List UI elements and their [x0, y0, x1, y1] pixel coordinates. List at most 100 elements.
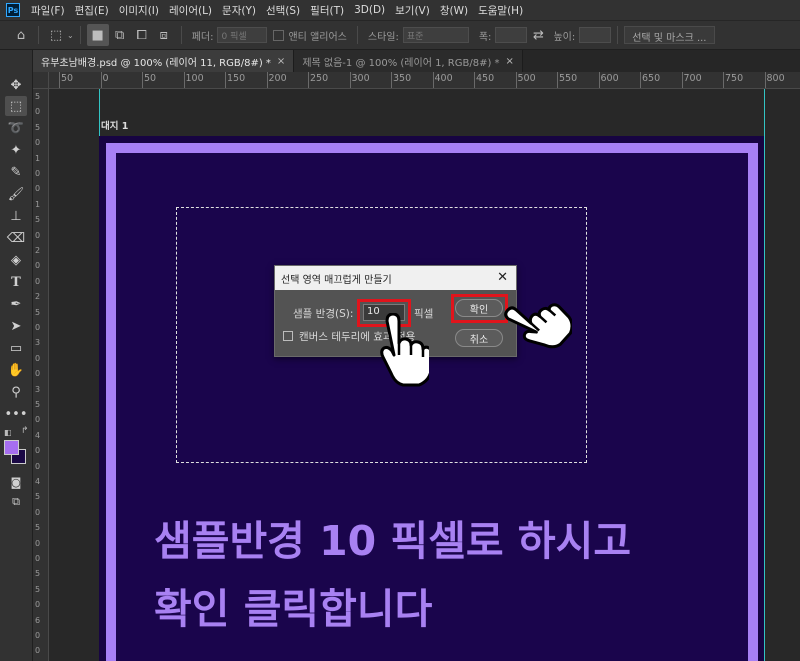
antialias-checkbox[interactable]	[273, 29, 285, 41]
ruler-label: 800	[766, 73, 785, 84]
ruler-label: 500	[517, 73, 536, 84]
pointing-hand-icon	[504, 303, 572, 349]
intersect-selection-icon[interactable]: ⧈	[153, 24, 175, 46]
zoom-tool-icon[interactable]: ⚲	[5, 382, 27, 402]
ruler-tick	[266, 72, 268, 88]
screen-mode-icon[interactable]: ⧉	[5, 492, 27, 512]
path-selection-tool-icon[interactable]: ➤	[5, 316, 27, 336]
tab-document-2[interactable]: 제목 없음-1 @ 100% (레이어 1, RGB/8#) * ×	[294, 50, 523, 72]
swap-colors-icon[interactable]: ↱	[21, 426, 29, 436]
ruler-label: 400	[434, 73, 453, 84]
home-icon[interactable]: ⌂	[10, 24, 32, 46]
horizontal-ruler[interactable]: 50 0 50 100 150 200 250 300 350 400 450 500 550 600 65…	[49, 72, 800, 89]
artboard-label[interactable]: 대지 1	[101, 118, 128, 132]
lasso-tool-icon[interactable]: ➰	[5, 118, 27, 138]
rectangle-tool-icon[interactable]: ▭	[5, 338, 27, 358]
menu-image[interactable]: 이미지(I)	[114, 3, 164, 18]
menu-layer[interactable]: 레이어(L)	[164, 3, 217, 18]
ruler-label: 0	[35, 276, 41, 286]
paint-bucket-tool-icon[interactable]: ◈	[5, 250, 27, 270]
tab-document-1[interactable]: 유부초남배경.psd @ 100% (레이어 11, RGB/8#) * ×	[33, 50, 295, 72]
close-icon[interactable]: ×	[277, 56, 285, 67]
ruler-label: 5	[35, 492, 41, 502]
style-select[interactable]: 표준	[402, 27, 469, 43]
ruler-label: 100	[185, 73, 204, 84]
menu-help[interactable]: 도움말(H)	[473, 3, 528, 18]
apply-canvas-bounds-checkbox[interactable]	[283, 331, 293, 341]
chevron-down-icon[interactable]: ⌄	[67, 31, 74, 40]
close-icon[interactable]: ✕	[497, 270, 508, 285]
ruler-label: 0	[35, 554, 41, 563]
ruler-label: 750	[725, 73, 744, 84]
ruler-label: 0	[35, 261, 41, 271]
rectangular-marquee-tool-icon[interactable]: ⬚	[5, 96, 27, 116]
brush-tool-icon[interactable]: 🖌	[5, 184, 27, 204]
subtract-selection-icon[interactable]: ⧠	[131, 24, 153, 46]
eraser-tool-icon[interactable]: ⌫	[5, 228, 27, 248]
style-label: 스타일:	[367, 31, 399, 43]
ruler-label: 300	[351, 73, 370, 84]
menu-type[interactable]: 문자(Y)	[217, 3, 261, 18]
divider	[617, 26, 619, 44]
menu-select[interactable]: 선택(S)	[261, 3, 305, 18]
marquee-preset-icon[interactable]: ⬚	[45, 24, 67, 46]
ruler-label: 0	[35, 507, 41, 517]
menu-view[interactable]: 보기(V)	[390, 3, 435, 18]
magic-wand-tool-icon[interactable]: ✦	[5, 140, 27, 160]
eyedropper-tool-icon[interactable]: ✎	[5, 162, 27, 182]
ruler-tick	[59, 72, 60, 88]
ruler-label: 0	[35, 631, 41, 640]
ruler-label: 600	[600, 73, 619, 84]
ruler-label: 0	[102, 73, 109, 84]
ruler-label: 0	[35, 538, 41, 548]
ruler-label: 550	[559, 73, 578, 84]
ruler-label: 3	[35, 384, 41, 394]
ruler-label: 0	[35, 461, 41, 471]
new-selection-icon[interactable]: ■	[86, 24, 109, 46]
menu-window[interactable]: 창(W)	[435, 3, 473, 18]
ruler-tick	[681, 72, 683, 88]
cancel-button[interactable]: 취소	[455, 329, 503, 347]
photoshop-window: Ps 파일(F) 편집(E) 이미지(I) 레이어(L) 문자(Y) 선택(S)…	[0, 0, 800, 661]
menu-edit[interactable]: 편집(E)	[70, 3, 114, 18]
menu-3d[interactable]: 3D(D)	[349, 4, 390, 16]
width-input[interactable]	[495, 27, 528, 43]
document-tabs: 유부초남배경.psd @ 100% (레이어 11, RGB/8#) * × 제…	[33, 50, 800, 72]
ruler-label: 5	[35, 569, 41, 579]
dialog-title: 선택 영역 매끄럽게 만들기	[281, 274, 392, 286]
ruler-label: 50	[61, 73, 74, 84]
sample-radius-label: 샘플 반경(S):	[293, 308, 354, 320]
ruler-label: 5	[35, 307, 41, 317]
stamp-tool-icon[interactable]: ⊥	[5, 206, 27, 226]
ruler-label: 2	[35, 246, 41, 255]
feather-input[interactable]: 0 픽셀	[217, 27, 268, 43]
ruler-label: 6	[35, 615, 41, 625]
ruler-tick	[515, 72, 517, 88]
ruler-label: 1	[35, 199, 41, 209]
menu-filter[interactable]: 필터(T)	[305, 3, 349, 18]
ruler-label: 450	[476, 73, 495, 84]
swap-icon[interactable]: ⇄	[527, 24, 549, 46]
height-label: 높이:	[553, 31, 576, 43]
ruler-corner	[33, 72, 49, 89]
pen-tool-icon[interactable]: ✒	[5, 294, 27, 314]
height-input[interactable]	[579, 27, 612, 43]
ruler-label: 4	[35, 430, 41, 440]
move-tool-icon[interactable]: ✥	[5, 75, 27, 95]
ruler-label: 5	[35, 584, 41, 594]
ruler-tick	[723, 72, 724, 88]
hand-tool-icon[interactable]: ✋	[5, 360, 27, 380]
default-colors-icon[interactable]: ◧	[4, 428, 12, 437]
more-tools-icon[interactable]: •••	[5, 404, 28, 424]
vertical-ruler[interactable]: 5 0 5 0 1 0 0 1 5 0 2 0 0 2 5 0 3 0 0 3 5 0 4 0 0 4 5 0 5 0 0 5 5 0 6 0 0	[33, 89, 49, 661]
quick-mask-icon[interactable]: ◙	[5, 472, 27, 492]
select-and-mask-button[interactable]: 선택 및 마스크 ...	[624, 26, 715, 44]
ruler-label: 1	[35, 153, 41, 163]
ruler-label: 650	[642, 73, 661, 84]
add-selection-icon[interactable]: ⧉	[109, 24, 131, 46]
foreground-color-swatch[interactable]	[4, 440, 19, 455]
close-icon[interactable]: ×	[506, 56, 514, 67]
width-label: 폭:	[478, 31, 492, 43]
menu-file[interactable]: 파일(F)	[26, 3, 70, 18]
type-tool-icon[interactable]: T	[5, 272, 27, 292]
